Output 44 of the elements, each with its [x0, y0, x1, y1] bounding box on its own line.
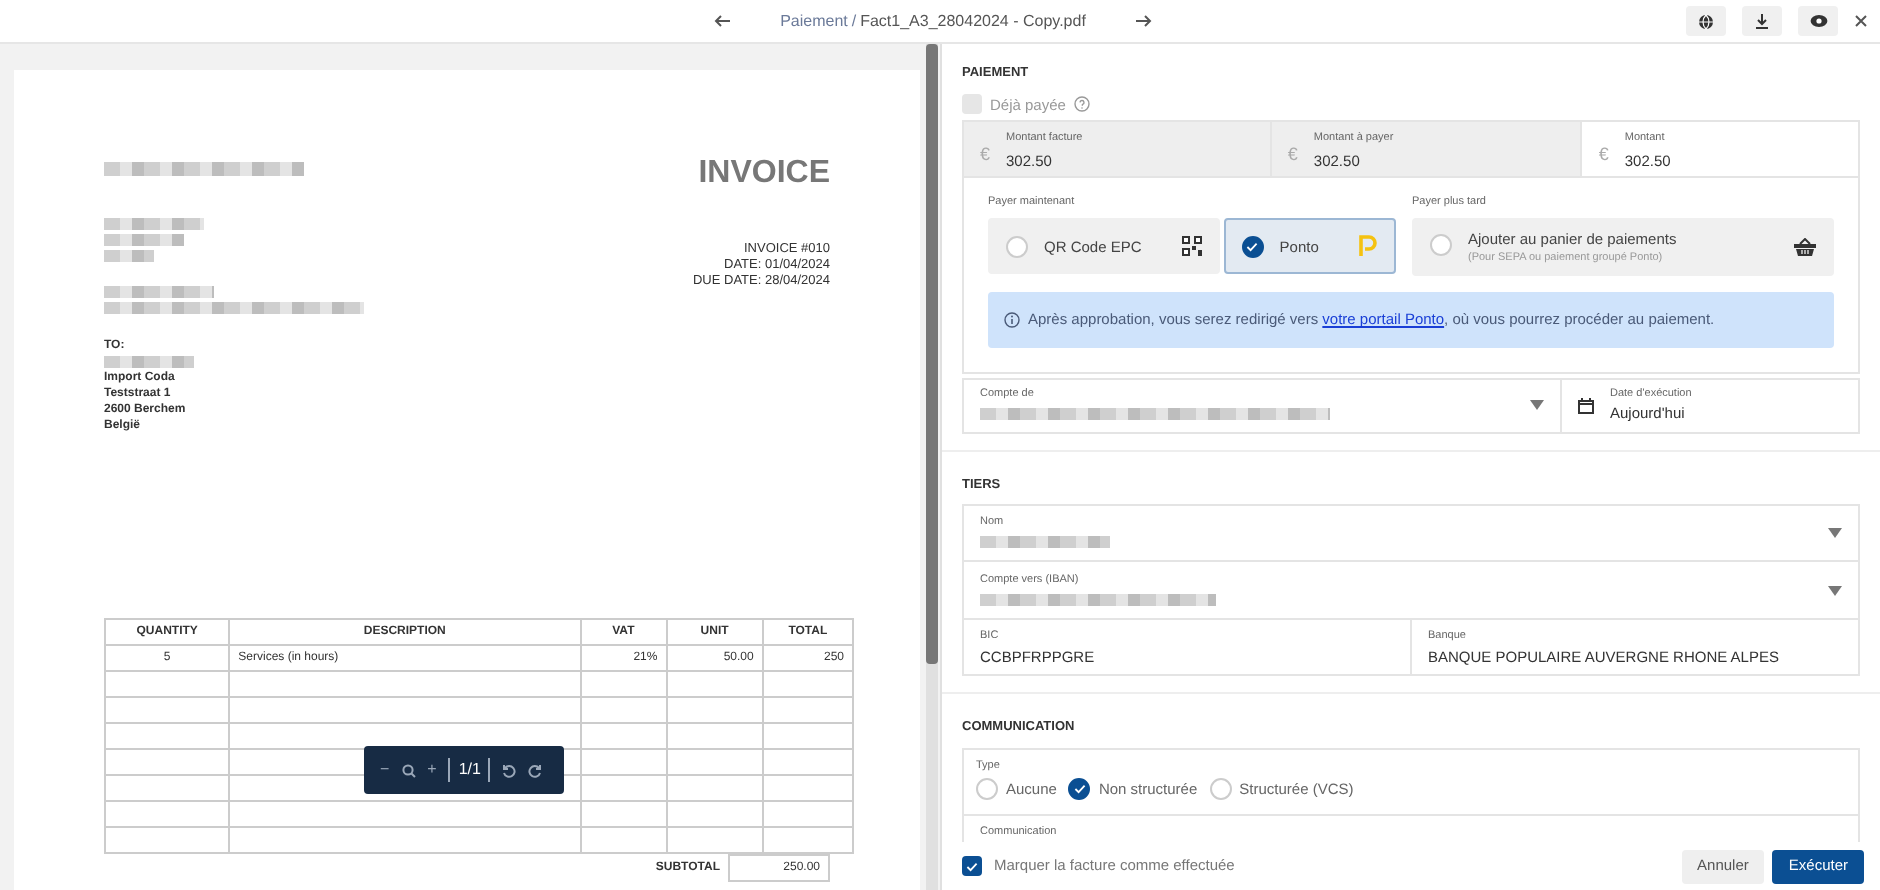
ponto-logo-icon [1358, 234, 1379, 259]
invoice-title: INVOICE [698, 158, 830, 190]
file-name: Fact1_A3_28042024 - Copy.pdf [860, 9, 1086, 33]
redacted-text [104, 286, 214, 298]
globe-button[interactable] [1686, 6, 1726, 36]
radio-button[interactable] [1068, 778, 1091, 801]
basket-icon [1794, 238, 1816, 257]
caret-icon[interactable] [1828, 585, 1842, 596]
caret-icon[interactable] [1530, 400, 1544, 410]
zoom-out-button[interactable]: − [380, 758, 390, 782]
breadcrumb-separator: / [851, 9, 857, 33]
scrollbar-thumb[interactable] [926, 44, 938, 664]
caret-icon[interactable] [1828, 528, 1842, 539]
redacted-text [980, 536, 1110, 549]
radio-button[interactable] [1241, 235, 1264, 258]
help-icon[interactable] [1073, 96, 1090, 113]
eye-button[interactable] [1798, 6, 1838, 36]
check-icon [966, 861, 978, 871]
eye-icon [1809, 14, 1827, 28]
check-icon [1073, 784, 1086, 795]
currency-symbol: € [980, 142, 991, 168]
download-icon [1754, 13, 1770, 29]
redacted-text [104, 234, 184, 246]
globe-icon [1698, 13, 1714, 29]
redacted-text [104, 356, 194, 368]
info-icon [1004, 311, 1020, 328]
currency-symbol: € [1598, 142, 1609, 168]
breadcrumb-link[interactable]: Paiement [780, 9, 848, 33]
rotate-left-icon[interactable] [502, 763, 517, 777]
checkbox[interactable] [962, 856, 982, 876]
left-arrow-icon[interactable] [714, 14, 733, 28]
check-icon [1246, 241, 1259, 252]
close-icon[interactable] [1854, 14, 1868, 28]
zoom-in-button[interactable]: + [427, 758, 437, 782]
currency-symbol: € [1287, 142, 1298, 168]
calendar-icon[interactable] [1578, 397, 1594, 413]
right-arrow-icon[interactable] [1133, 14, 1152, 28]
redacted-text [104, 218, 204, 230]
page-indicator: 1/1 [448, 758, 491, 782]
download-button[interactable] [1742, 6, 1782, 36]
rotate-right-icon[interactable] [528, 763, 543, 777]
qr-code-icon [1181, 236, 1202, 257]
search-icon[interactable] [401, 763, 416, 777]
redacted-text [104, 250, 154, 262]
